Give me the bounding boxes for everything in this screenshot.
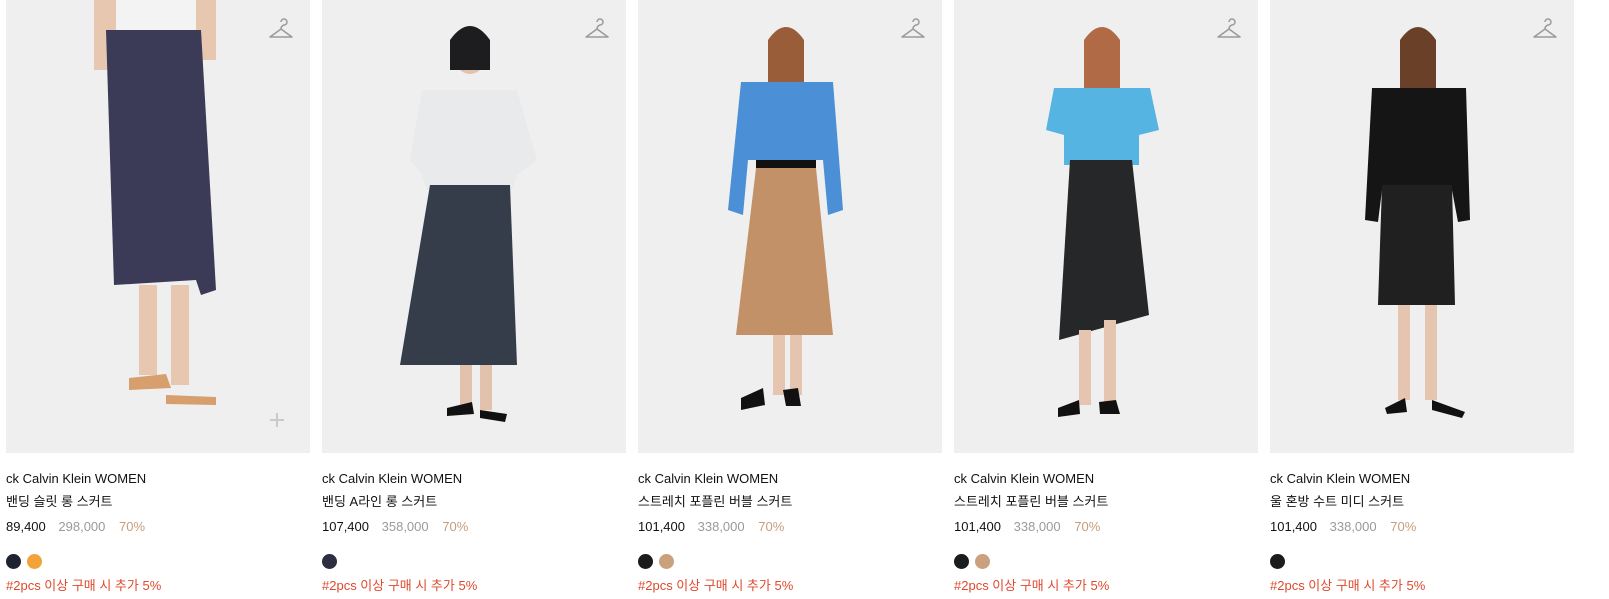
original-price: 338,000	[1013, 519, 1061, 534]
hanger-icon[interactable]	[900, 16, 926, 42]
price-row: 101,400 338,000 70%	[1270, 519, 1574, 535]
promo-text: #2pcs 이상 구매 시 추가 5%	[638, 578, 794, 593]
color-swatch-black[interactable]	[638, 554, 653, 569]
promo-text: #2pcs 이상 구매 시 추가 5%	[322, 578, 478, 593]
discount-rate: 70%	[1390, 519, 1417, 534]
product-name[interactable]: 스트레치 포플린 버블 스커트	[638, 494, 942, 510]
color-swatches	[6, 554, 310, 570]
brand-name[interactable]: ck Calvin Klein WOMEN	[1270, 471, 1574, 487]
discount-rate: 70%	[442, 519, 469, 534]
plus-icon[interactable]	[270, 413, 284, 427]
sale-price: 101,400	[1270, 519, 1317, 534]
original-price: 338,000	[1329, 519, 1377, 534]
product-card[interactable]: ck Calvin Klein WOMEN 밴딩 슬릿 롱 스커트 89,400…	[6, 0, 310, 594]
product-photo	[400, 26, 537, 422]
color-swatch-black[interactable]	[954, 554, 969, 569]
product-photo	[1365, 27, 1470, 418]
price-row: 89,400 298,000 70%	[6, 519, 310, 535]
product-name[interactable]: 밴딩 슬릿 롱 스커트	[6, 494, 310, 510]
product-grid: ck Calvin Klein WOMEN 밴딩 슬릿 롱 스커트 89,400…	[0, 0, 1609, 599]
original-price: 358,000	[381, 519, 429, 534]
product-name[interactable]: 밴딩 A라인 롱 스커트	[322, 494, 626, 510]
original-price: 298,000	[58, 519, 106, 534]
product-photo	[728, 27, 843, 410]
product-name[interactable]: 스트레치 포플린 버블 스커트	[954, 494, 1258, 510]
promo-text: #2pcs 이상 구매 시 추가 5%	[6, 578, 162, 593]
product-photo	[94, 0, 216, 405]
product-image[interactable]	[954, 0, 1258, 453]
product-image[interactable]	[6, 0, 310, 453]
brand-name[interactable]: ck Calvin Klein WOMEN	[954, 471, 1258, 487]
brand-name[interactable]: ck Calvin Klein WOMEN	[6, 471, 310, 487]
price-row: 101,400 338,000 70%	[638, 519, 942, 535]
sale-price: 107,400	[322, 519, 369, 534]
hanger-icon[interactable]	[1532, 16, 1558, 42]
color-swatch-navy[interactable]	[6, 554, 21, 569]
product-image[interactable]	[638, 0, 942, 453]
promo-text: #2pcs 이상 구매 시 추가 5%	[1270, 578, 1426, 593]
price-row: 101,400 338,000 70%	[954, 519, 1258, 535]
price-row: 107,400 358,000 70%	[322, 519, 626, 535]
product-image[interactable]	[322, 0, 626, 453]
discount-rate: 70%	[1074, 519, 1101, 534]
color-swatch-navy[interactable]	[322, 554, 337, 569]
product-card[interactable]: ck Calvin Klein WOMEN 스트레치 포플린 버블 스커트 10…	[954, 0, 1258, 594]
product-card[interactable]: ck Calvin Klein WOMEN 울 혼방 수트 미디 스커트 101…	[1270, 0, 1574, 594]
brand-name[interactable]: ck Calvin Klein WOMEN	[322, 471, 626, 487]
color-swatch-beige[interactable]	[659, 554, 674, 569]
product-card[interactable]: ck Calvin Klein WOMEN 밴딩 A라인 롱 스커트 107,4…	[322, 0, 626, 594]
color-swatch-black[interactable]	[1270, 554, 1285, 569]
color-swatches	[322, 554, 626, 570]
product-photo	[1046, 27, 1159, 417]
discount-rate: 70%	[758, 519, 785, 534]
sale-price: 89,400	[6, 519, 46, 534]
promo-text: #2pcs 이상 구매 시 추가 5%	[954, 578, 1110, 593]
brand-name[interactable]: ck Calvin Klein WOMEN	[638, 471, 942, 487]
color-swatch-orange[interactable]	[27, 554, 42, 569]
discount-rate: 70%	[119, 519, 146, 534]
color-swatch-beige[interactable]	[975, 554, 990, 569]
product-image[interactable]	[1270, 0, 1574, 453]
sale-price: 101,400	[954, 519, 1001, 534]
product-card[interactable]: ck Calvin Klein WOMEN 스트레치 포플린 버블 스커트 10…	[638, 0, 942, 594]
sale-price: 101,400	[638, 519, 685, 534]
color-swatches	[638, 554, 942, 570]
hanger-icon[interactable]	[1216, 16, 1242, 42]
original-price: 338,000	[697, 519, 745, 534]
hanger-icon[interactable]	[268, 16, 294, 42]
color-swatches	[954, 554, 1258, 570]
hanger-icon[interactable]	[584, 16, 610, 42]
color-swatches	[1270, 554, 1574, 570]
product-name[interactable]: 울 혼방 수트 미디 스커트	[1270, 494, 1574, 510]
